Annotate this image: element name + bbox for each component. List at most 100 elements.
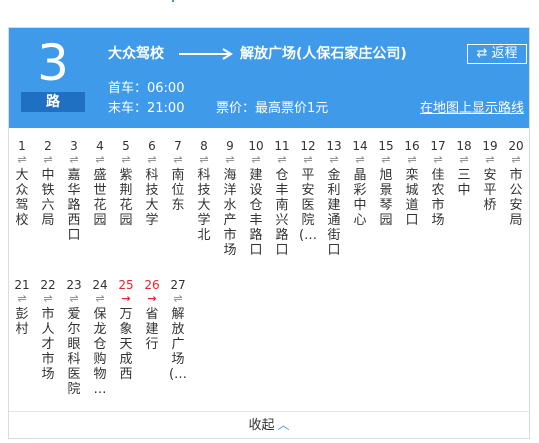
stop-item[interactable]: 8 ⇌ 科技大学北 (191, 138, 217, 243)
stop-item[interactable]: 18 ⇌ 三中 (451, 138, 477, 198)
stop-name: 金利建通街口 (327, 168, 341, 258)
stop-name: 市人才市场 (41, 307, 55, 382)
stop-name: 紫荆花园 (119, 168, 133, 228)
stop-item[interactable]: 7 ⇌ 南位东 (165, 138, 191, 213)
stop-number: 10 (248, 139, 264, 153)
stop-name: 解放广场 (… (168, 307, 188, 382)
stop-item[interactable]: 19 ⇌ 安平桥 (477, 138, 503, 213)
stop-name: 仓丰南兴路口 (275, 168, 289, 258)
stop-number: 22 (40, 278, 56, 292)
two-way-arrow-icon: ⇌ (355, 153, 365, 166)
stop-number: 14 (352, 139, 368, 153)
two-way-arrow-icon: ⇌ (95, 153, 105, 166)
stop-number: 3 (70, 139, 78, 153)
stop-item[interactable]: 11 ⇌ 仓丰南兴路口 (269, 138, 295, 258)
two-way-arrow-icon: ⇌ (433, 153, 443, 166)
two-way-arrow-icon: ⇌ (199, 153, 209, 166)
stop-item[interactable]: 15 ⇌ 旭景琴园 (373, 138, 399, 228)
stop-number: 15 (378, 139, 394, 153)
route-unit-label: 路 (21, 92, 85, 112)
two-way-arrow-icon: ⇌ (225, 153, 235, 166)
stop-number: 6 (148, 139, 156, 153)
stop-number: 18 (456, 139, 472, 153)
stop-item[interactable]: 17 ⇌ 佳农市场 (425, 138, 451, 228)
two-way-arrow-icon: ⇌ (69, 292, 79, 305)
two-way-arrow-icon: ⇌ (69, 153, 79, 166)
two-way-arrow-icon: ⇌ (459, 153, 469, 166)
stop-name: 彭村 (15, 307, 29, 337)
two-way-arrow-icon: ⇌ (17, 292, 27, 305)
stop-name: 中铁六局 (41, 168, 55, 228)
stop-item[interactable]: 25 → 万象天成西 (113, 277, 139, 382)
stop-item[interactable]: 9 ⇌ 海洋水产市场 (217, 138, 243, 258)
stop-number: 24 (92, 278, 108, 292)
stop-item[interactable]: 10 ⇌ 建设仓丰路口 (243, 138, 269, 258)
stop-name: 省建行 (145, 307, 159, 352)
stop-item[interactable]: 24 ⇌ 保龙仓购物… (87, 277, 113, 397)
stop-item[interactable]: 26 → 省建行 (139, 277, 165, 352)
first-bus-time: 首车：06:00 (108, 81, 185, 96)
stop-item[interactable]: 1 ⇌ 大众驾校 (9, 138, 35, 228)
panel-footer: 收起 ︿ (9, 411, 529, 439)
collapse-button[interactable]: 收起 ︿ (248, 416, 289, 435)
stop-item[interactable]: 3 ⇌ 嘉华路西口 (61, 138, 87, 243)
stop-name: 市公安局 (509, 168, 523, 228)
stop-name: 佳农市场 (431, 168, 445, 228)
stop-number: 26 (144, 278, 160, 292)
stop-item[interactable]: 14 ⇌ 晶彩中心 (347, 138, 373, 228)
one-way-arrow-icon: → (147, 292, 157, 305)
stop-number: 13 (326, 139, 342, 153)
two-way-arrow-icon: ⇌ (407, 153, 417, 166)
stop-name: 爱尔眼科医院 (67, 307, 81, 397)
two-way-arrow-icon: ⇌ (303, 153, 313, 166)
stop-item[interactable]: 13 ⇌ 金利建通街口 (321, 138, 347, 258)
stop-item[interactable]: 2 ⇌ 中铁六局 (35, 138, 61, 228)
stop-number: 17 (430, 139, 446, 153)
stop-number: 2 (44, 139, 52, 153)
stop-item[interactable]: 12 ⇌ 平安医院 (… (295, 138, 321, 243)
two-way-arrow-icon: ⇌ (381, 153, 391, 166)
stop-number: 20 (508, 139, 524, 153)
two-way-arrow-icon: ⇌ (43, 153, 53, 166)
two-way-arrow-icon: ⇌ (173, 292, 183, 305)
stop-item[interactable]: 16 ⇌ 栾城道口 (399, 138, 425, 228)
show-route-on-map-link[interactable]: 在地图上显示路线 (420, 100, 524, 118)
stop-name: 科技大学北 (197, 168, 211, 243)
stop-name: 南位东 (171, 168, 185, 213)
route-number: 3 (37, 34, 69, 92)
stop-name: 旭景琴园 (379, 168, 393, 228)
stop-name: 万象天成西 (119, 307, 133, 382)
collapse-label: 收起 (248, 418, 275, 433)
stop-number: 9 (226, 139, 234, 153)
route-origin: 大众驾校 (108, 46, 164, 62)
bus-route-panel: 3 路 大众驾校 解放广场(人保石家庄公司) 首车：06:00 末车：21:00… (8, 27, 530, 439)
two-way-arrow-icon: ⇌ (329, 153, 339, 166)
stop-name: 保龙仓购物… (93, 307, 107, 397)
stop-number: 4 (96, 139, 104, 153)
stop-number: 23 (66, 278, 82, 292)
top-dot (172, 0, 174, 2)
stop-item[interactable]: 4 ⇌ 盛世花园 (87, 138, 113, 228)
stop-name: 建设仓丰路口 (249, 168, 263, 258)
two-way-arrow-icon: ⇌ (121, 153, 131, 166)
stop-name: 三中 (457, 168, 471, 198)
fare-info: 票价：最高票价1元 (216, 101, 329, 116)
stop-number: 1 (18, 139, 26, 153)
stop-item[interactable]: 23 ⇌ 爱尔眼科医院 (61, 277, 87, 397)
stop-number: 16 (404, 139, 420, 153)
stop-item[interactable]: 22 ⇌ 市人才市场 (35, 277, 61, 382)
chevron-up-icon: ︿ (277, 418, 290, 432)
stop-name: 大众驾校 (15, 168, 29, 228)
two-way-arrow-icon: ⇌ (251, 153, 261, 166)
route-header: 3 路 大众驾校 解放广场(人保石家庄公司) 首车：06:00 末车：21:00… (9, 28, 529, 128)
stop-name: 栾城道口 (405, 168, 419, 228)
stop-number: 21 (14, 278, 30, 292)
return-trip-button[interactable]: ⇄ 返程 (467, 44, 527, 64)
stop-item[interactable]: 6 ⇌ 科技大学 (139, 138, 165, 228)
stop-item[interactable]: 20 ⇌ 市公安局 (503, 138, 529, 228)
stop-item[interactable]: 5 ⇌ 紫荆花园 (113, 138, 139, 228)
two-way-arrow-icon: ⇌ (511, 153, 521, 166)
last-bus-time: 末车：21:00 (108, 101, 185, 116)
stop-item[interactable]: 21 ⇌ 彭村 (9, 277, 35, 337)
stop-item[interactable]: 27 ⇌ 解放广场 (… (165, 277, 191, 382)
